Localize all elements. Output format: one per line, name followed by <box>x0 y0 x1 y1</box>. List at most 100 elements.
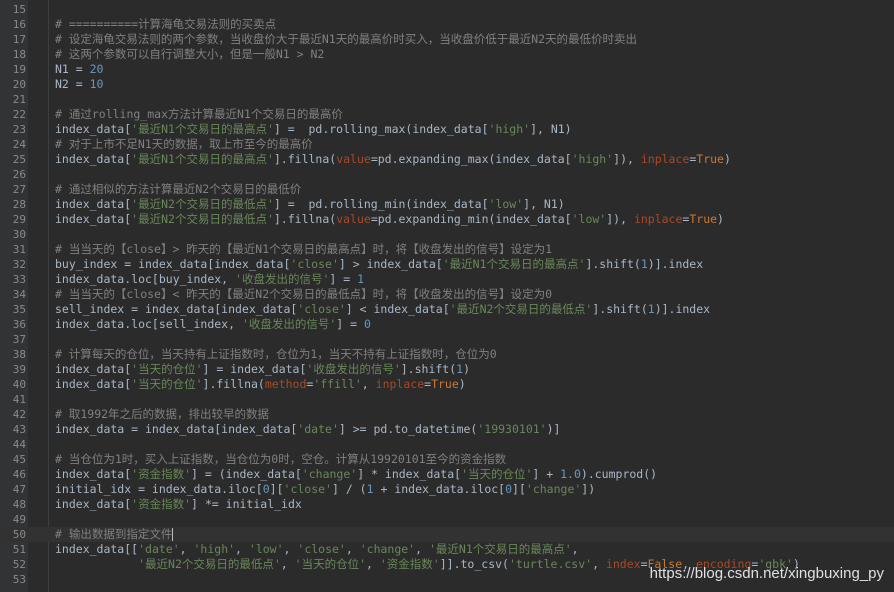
line-number: 40 <box>12 378 26 391</box>
line-number: 32 <box>12 258 26 271</box>
line-number: 49 <box>12 513 26 526</box>
code-editor[interactable]: 15 16 # ==========计算海龟交易法则的买卖点 17 # 设定海龟交易法则… <box>0 0 894 592</box>
code-line[interactable]: 21 <box>0 92 894 107</box>
code-text[interactable]: index_data['最近N2个交易日的最低点'].fillna(value=… <box>55 212 724 227</box>
line-number: 45 <box>12 453 26 466</box>
line-number: 31 <box>12 243 26 256</box>
code-line[interactable]: 34 # 当当天的【close】< 昨天的【最近N2个交易日的最低点】时，将【收盘… <box>0 287 894 302</box>
line-number: 44 <box>12 438 26 451</box>
line-number: 30 <box>12 228 26 241</box>
line-number: 52 <box>12 558 26 571</box>
code-line[interactable]: 51 index_data[['date', 'high', 'low', 'cl… <box>0 542 894 557</box>
line-number: 33 <box>12 273 26 286</box>
code-line[interactable]: 38 # 计算每天的仓位，当天持有上证指数时，仓位为1，当天不持有上证指数时，仓位… <box>0 347 894 362</box>
code-text[interactable]: # 输出数据到指定文件 <box>55 527 174 542</box>
code-text[interactable]: # 当当天的【close】< 昨天的【最近N2个交易日的最低点】时，将【收盘发出… <box>55 287 552 302</box>
code-line[interactable]: 33 index_data.loc[buy_index, '收盘发出的信号'] =… <box>0 272 894 287</box>
line-number: 26 <box>12 168 26 181</box>
code-line[interactable]: 43 index_data = index_data[index_data['da… <box>0 422 894 437</box>
code-line[interactable]: 22 # 通过rolling_max方法计算最近N1个交易日的最高价 <box>0 107 894 122</box>
line-number: 21 <box>12 93 26 106</box>
line-number: 18 <box>12 48 26 61</box>
code-text[interactable]: index_data['最近N1个交易日的最高点'] = pd.rolling_… <box>55 122 572 137</box>
code-text[interactable]: sell_index = index_data[index_data['clos… <box>55 302 710 317</box>
line-number: 38 <box>12 348 26 361</box>
code-text[interactable]: # 通过相似的方法计算最近N2个交易日的最低价 <box>55 182 301 197</box>
text-caret <box>172 528 174 541</box>
line-number: 27 <box>12 183 26 196</box>
line-number: 15 <box>12 3 26 16</box>
line-number: 46 <box>12 468 26 481</box>
code-text[interactable]: # 取1992年之后的数据，排出较早的数据 <box>55 407 269 422</box>
code-line[interactable]: 19 N1 = 20 <box>0 62 894 77</box>
line-number: 22 <box>12 108 26 121</box>
line-number: 48 <box>12 498 26 511</box>
line-number: 47 <box>12 483 26 496</box>
code-line[interactable]: 46 index_data['资金指数'] = (index_data['chan… <box>0 467 894 482</box>
code-text[interactable]: # ==========计算海龟交易法则的买卖点 <box>55 17 276 32</box>
code-text[interactable]: index_data['资金指数'] = (index_data['change… <box>55 467 657 482</box>
code-line[interactable]: 29 index_data['最近N2个交易日的最低点'].fillna(valu… <box>0 212 894 227</box>
code-text[interactable]: index_data['资金指数'] *= initial_idx <box>55 497 302 512</box>
code-line[interactable]: 47 initial_idx = index_data.iloc[0]['clos… <box>0 482 894 497</box>
line-number: 50 <box>12 528 26 541</box>
line-number: 34 <box>12 288 26 301</box>
code-line[interactable]: 42 # 取1992年之后的数据，排出较早的数据 <box>0 407 894 422</box>
code-line[interactable]: 50 # 输出数据到指定文件 <box>0 527 894 542</box>
code-line[interactable]: 40 index_data['当天的仓位'].fillna(method='ffi… <box>0 377 894 392</box>
line-number: 53 <box>12 573 26 586</box>
code-line[interactable]: 31 # 当当天的【close】> 昨天的【最近N1个交易日的最高点】时，将【收盘… <box>0 242 894 257</box>
code-line[interactable]: 41 <box>0 392 894 407</box>
line-number: 28 <box>12 198 26 211</box>
code-line[interactable]: 35 sell_index = index_data[index_data['cl… <box>0 302 894 317</box>
watermark-text: https://blog.csdn.net/xingbuxing_py <box>649 565 884 582</box>
code-line[interactable]: 37 <box>0 332 894 347</box>
line-number: 20 <box>12 78 26 91</box>
code-text[interactable]: index_data.loc[sell_index, '收盘发出的信号'] = … <box>55 317 371 332</box>
code-text[interactable]: N2 = 10 <box>55 77 103 92</box>
code-line[interactable]: 25 index_data['最近N1个交易日的最高点'].fillna(valu… <box>0 152 894 167</box>
line-number: 42 <box>12 408 26 421</box>
line-number: 25 <box>12 153 26 166</box>
code-line[interactable]: 20 N2 = 10 <box>0 77 894 92</box>
code-line[interactable]: 16 # ==========计算海龟交易法则的买卖点 <box>0 17 894 32</box>
code-text[interactable]: index_data = index_data[index_data['date… <box>55 422 560 437</box>
code-text[interactable]: # 设定海龟交易法则的两个参数，当收盘价大于最近N1天的最高价时买入，当收盘价低… <box>55 32 637 47</box>
code-line[interactable]: 27 # 通过相似的方法计算最近N2个交易日的最低价 <box>0 182 894 197</box>
code-text[interactable]: initial_idx = index_data.iloc[0]['close'… <box>55 482 595 497</box>
line-number: 36 <box>12 318 26 331</box>
code-text[interactable]: index_data['最近N1个交易日的最高点'].fillna(value=… <box>55 152 731 167</box>
code-text[interactable]: index_data['当天的仓位'] = index_data['收盘发出的信… <box>55 362 470 377</box>
code-line[interactable]: 15 <box>0 2 894 17</box>
code-line[interactable]: 23 index_data['最近N1个交易日的最高点'] = pd.rollin… <box>0 122 894 137</box>
code-text[interactable]: # 当当天的【close】> 昨天的【最近N1个交易日的最高点】时，将【收盘发出… <box>55 242 552 257</box>
code-line[interactable]: 26 <box>0 167 894 182</box>
code-line[interactable]: 48 index_data['资金指数'] *= initial_idx <box>0 497 894 512</box>
code-line[interactable]: 44 <box>0 437 894 452</box>
line-number: 16 <box>12 18 26 31</box>
code-text[interactable]: N1 = 20 <box>55 62 103 77</box>
code-text[interactable]: buy_index = index_data[index_data['close… <box>55 257 703 272</box>
code-line[interactable]: 18 # 这两个参数可以自行调整大小，但是一般N1 > N2 <box>0 47 894 62</box>
code-line[interactable]: 28 index_data['最近N2个交易日的最低点'] = pd.rollin… <box>0 197 894 212</box>
code-text[interactable]: index_data['当天的仓位'].fillna(method='ffill… <box>55 377 466 392</box>
code-text[interactable]: # 当仓位为1时，买入上证指数，当仓位为0时，空仓。计算从19920101至今的… <box>55 452 506 467</box>
code-line[interactable]: 39 index_data['当天的仓位'] = index_data['收盘发出… <box>0 362 894 377</box>
code-text[interactable]: index_data[['date', 'high', 'low', 'clos… <box>55 542 579 557</box>
code-text[interactable]: index_data['最近N2个交易日的最低点'] = pd.rolling_… <box>55 197 565 212</box>
code-text[interactable]: # 这两个参数可以自行调整大小，但是一般N1 > N2 <box>55 47 324 62</box>
code-line[interactable]: 24 # 对于上市不足N1天的数据，取上市至今的最高价 <box>0 137 894 152</box>
code-text[interactable]: index_data.loc[buy_index, '收盘发出的信号'] = 1 <box>55 272 364 287</box>
code-line[interactable]: 32 buy_index = index_data[index_data['clo… <box>0 257 894 272</box>
code-line[interactable]: 30 <box>0 227 894 242</box>
code-text[interactable]: # 通过rolling_max方法计算最近N1个交易日的最高价 <box>55 107 343 122</box>
code-line[interactable]: 45 # 当仓位为1时，买入上证指数，当仓位为0时，空仓。计算从19920101至… <box>0 452 894 467</box>
code-text[interactable]: # 计算每天的仓位，当天持有上证指数时，仓位为1，当天不持有上证指数时，仓位为0 <box>55 347 497 362</box>
code-text[interactable]: # 对于上市不足N1天的数据，取上市至今的最高价 <box>55 137 313 152</box>
line-number: 37 <box>12 333 26 346</box>
line-number: 43 <box>12 423 26 436</box>
code-line[interactable]: 36 index_data.loc[sell_index, '收盘发出的信号'] … <box>0 317 894 332</box>
code-line[interactable]: 49 <box>0 512 894 527</box>
code-line[interactable]: 17 # 设定海龟交易法则的两个参数，当收盘价大于最近N1天的最高价时买入，当收盘… <box>0 32 894 47</box>
line-number: 19 <box>12 63 26 76</box>
